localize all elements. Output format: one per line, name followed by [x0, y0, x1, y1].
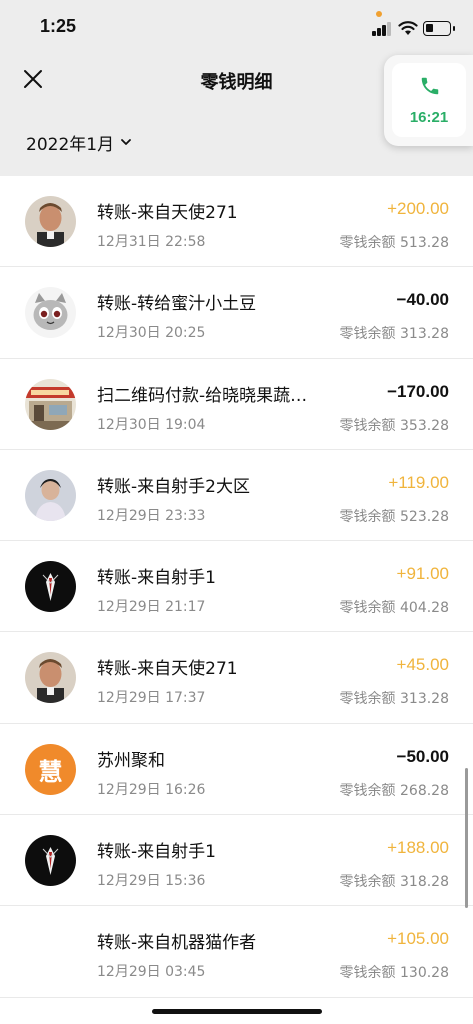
transaction-date: 12月29日 03:45: [97, 964, 206, 981]
recording-dot: [376, 11, 382, 17]
transaction-amount: −50.00: [396, 746, 449, 766]
balance-prefix: 零钱余额: [339, 691, 396, 708]
transaction-amount: +45.00: [396, 655, 449, 675]
suit-avatar: [25, 835, 76, 887]
avatar-glyph: 慧: [25, 743, 76, 795]
home-indicator[interactable]: [152, 1009, 322, 1014]
balance-value: 353.28: [400, 417, 449, 434]
transaction-title: 转账-转给蜜汁小土豆: [97, 294, 257, 315]
balance-prefix: 零钱余额: [339, 417, 396, 434]
month-selector[interactable]: 2022年1月: [26, 128, 132, 156]
list-item[interactable]: 转账-来自天使271 12月29日 17:37 +45.00 零钱余额 313.28: [0, 632, 473, 724]
transaction-balance: 零钱余额 523.28: [340, 506, 449, 526]
balance-value: 130.28: [400, 965, 449, 982]
transaction-amount: +188.00: [387, 838, 449, 858]
transaction-title: 转账-来自射手2大区: [97, 476, 250, 497]
person-avatar: [25, 469, 76, 521]
transaction-title: 转账-来自天使271: [97, 659, 238, 680]
transaction-amount: +91.00: [396, 564, 449, 584]
phone-icon: [421, 77, 439, 95]
transaction-amount: +105.00: [387, 929, 449, 949]
transaction-title: 苏州聚和: [97, 750, 165, 771]
list-item[interactable]: 慧苏州聚和 12月29日 16:26 −50.00 零钱余额 268.28: [0, 723, 473, 816]
list-item[interactable]: 转账-来自射手2大区 12月29日 23:33 +119.00 零钱余额 523.28: [0, 449, 473, 542]
call-floating-window[interactable]: 16:21: [384, 55, 473, 146]
wifi-icon: [398, 21, 418, 35]
chevron-down-icon: [121, 139, 131, 145]
transaction-balance: 零钱余额 513.28: [340, 232, 449, 252]
portrait-avatar: [25, 196, 76, 247]
balance-prefix: 零钱余额: [339, 326, 396, 343]
battery-icon: [423, 21, 455, 36]
transaction-title: 转账-来自射手1: [97, 568, 216, 589]
status-bar: 1:25: [0, 0, 473, 52]
transaction-date: 12月29日 16:26: [97, 781, 206, 798]
list-item[interactable]: 转账-来自射手1 12月29日 21:17 +91.00 零钱余额 404.28: [0, 541, 473, 633]
transaction-date: 12月30日 19:04: [97, 416, 206, 433]
transaction-title: 转账-来自天使271: [97, 203, 238, 223]
balance-prefix: 零钱余额: [339, 508, 396, 525]
hui-avatar: 慧: [25, 743, 76, 795]
list-item[interactable]: 扫二维码付款-给晓晓果蔬… 12月30日 19:04 −170.00 零钱余额 353…: [0, 358, 473, 450]
balance-prefix: 零钱余额: [339, 235, 396, 251]
list-item[interactable]: 转账-转给蜜汁小土豆 12月30日 20:25 −40.00 零钱余额 313.28: [0, 267, 473, 359]
transaction-balance: 零钱余额 313.28: [340, 688, 449, 708]
transaction-amount: −40.00: [396, 290, 449, 310]
transaction-date: 12月29日 15:36: [97, 873, 206, 890]
scrollbar[interactable]: [465, 768, 468, 908]
transaction-balance: 零钱余额 404.28: [340, 597, 449, 617]
transaction-date: 12月29日 23:33: [97, 507, 206, 524]
balance-value: 313.28: [400, 691, 449, 708]
transaction-amount: +119.00: [388, 472, 449, 492]
signal-icon: [372, 22, 394, 36]
transaction-amount: +200.00: [387, 199, 449, 218]
transaction-balance: 零钱余额 353.28: [340, 415, 449, 435]
transaction-balance: 零钱余额 130.28: [340, 962, 449, 982]
balance-value: 268.28: [400, 782, 449, 799]
shop-avatar: [25, 378, 76, 430]
list-item[interactable]: 转账-来自射手1 12月29日 15:36 +188.00 零钱余额 318.28: [0, 815, 473, 907]
balance-value: 513.28: [400, 235, 449, 251]
list-item[interactable]: 转账-来自天使271 12月31日 22:58 +200.00 零钱余额 513.28: [0, 176, 473, 268]
transaction-title: 扫二维码付款-给晓晓果蔬…: [97, 385, 308, 406]
transaction-amount: −170.00: [387, 381, 449, 401]
balance-prefix: 零钱余额: [339, 600, 396, 617]
balance-prefix: 零钱余额: [339, 782, 396, 799]
transaction-date: 12月31日 22:58: [97, 234, 206, 250]
cat-avatar: [25, 287, 76, 339]
transaction-date: 12月30日 20:25: [97, 325, 206, 342]
balance-prefix: 零钱余额: [339, 965, 396, 982]
transaction-date: 12月29日 21:17: [97, 599, 206, 616]
transaction-balance: 零钱余额 268.28: [340, 780, 449, 800]
call-duration: 16:21: [409, 109, 449, 126]
balance-value: 313.28: [400, 326, 449, 343]
status-time: 1:25: [40, 16, 77, 36]
transaction-balance: 零钱余额 318.28: [340, 871, 449, 891]
suit-avatar: [25, 561, 76, 613]
transaction-date: 12月29日 17:37: [97, 690, 206, 707]
transaction-list: 转账-来自天使271 12月31日 22:58 +200.00 零钱余额 513.28…: [0, 176, 473, 998]
balance-value: 404.28: [400, 600, 449, 617]
transaction-balance: 零钱余额 313.28: [340, 323, 449, 343]
transaction-title: 转账-来自射手1: [97, 842, 216, 863]
transaction-title: 转账-来自机器猫作者: [97, 933, 257, 954]
list-item[interactable]: 转账-来自机器猫作者 12月29日 03:45 +105.00 零钱余额 130.28: [0, 906, 473, 998]
month-label: 2022年1月: [26, 134, 115, 155]
portrait-avatar: [25, 652, 76, 704]
balance-value: 318.28: [400, 874, 449, 891]
balance-value: 523.28: [400, 508, 449, 525]
balance-prefix: 零钱余额: [339, 874, 396, 891]
